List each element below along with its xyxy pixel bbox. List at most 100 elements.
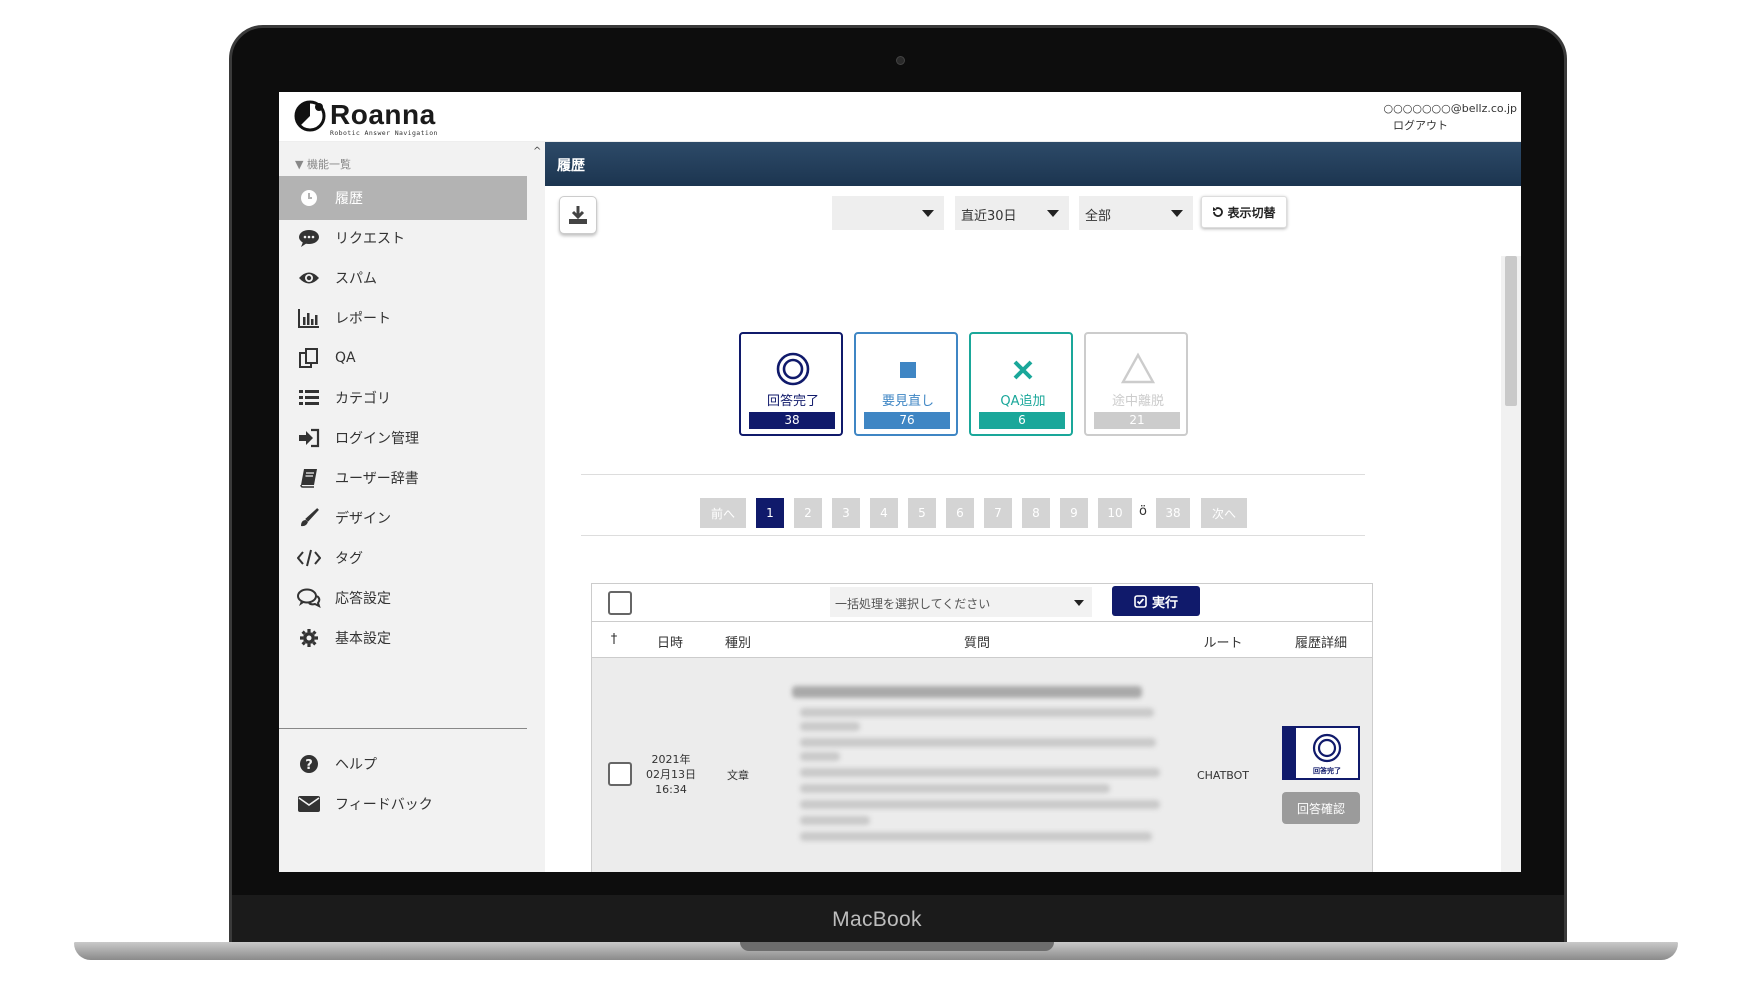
page-button[interactable]: 6	[946, 498, 974, 528]
toggle-label: 表示切替	[1227, 205, 1276, 220]
divider	[581, 474, 1365, 475]
sidebar-item-label: 履歴	[335, 191, 363, 207]
sidebar-item-design[interactable]: デザイン	[279, 496, 527, 540]
sidebar-item-request[interactable]: リクエスト	[279, 216, 527, 260]
list-icon	[295, 387, 323, 409]
sidebar-item-response-settings[interactable]: 応答設定	[279, 576, 527, 620]
sidebar-item-help[interactable]: ? ヘルプ	[279, 742, 527, 786]
sidebar: ^ ▼ 機能一覧 履歴 リクエスト スパム レポート QA カテゴリ ログイン管…	[279, 142, 545, 872]
sidebar-item-spam[interactable]: スパム	[279, 256, 527, 300]
sidebar-item-feedback[interactable]: フィードバック	[279, 782, 527, 826]
logo-text: Roanna	[330, 99, 436, 130]
question-icon: ?	[295, 753, 323, 775]
sidebar-item-login-management[interactable]: ログイン管理	[279, 416, 527, 460]
gear-icon	[295, 627, 323, 649]
sidebar-collapse-icon[interactable]: ^	[533, 146, 541, 157]
select-all-checkbox[interactable]	[608, 591, 632, 615]
column-header-route: ルート	[1203, 636, 1243, 651]
sidebar-item-basic-settings[interactable]: 基本設定	[279, 616, 527, 660]
bar-chart-icon	[295, 307, 323, 329]
page-button[interactable]: 3	[832, 498, 860, 528]
brush-icon	[295, 507, 323, 529]
prev-page-button[interactable]: 前へ	[700, 498, 746, 528]
speech-bubble-icon	[295, 227, 323, 249]
sidebar-item-user-dictionary[interactable]: ユーザー辞書	[279, 456, 527, 500]
row-type: 文章	[727, 769, 749, 782]
sidebar-divider	[279, 728, 527, 729]
page-title: 履歴	[545, 142, 1521, 186]
page-button[interactable]: 2	[794, 498, 822, 528]
sidebar-item-label: ヘルプ	[335, 757, 377, 773]
status-card-qa-added[interactable]: QA追加 6	[969, 332, 1073, 436]
sidebar-item-label: ユーザー辞書	[335, 471, 419, 487]
status-card-answered[interactable]: 回答完了 38	[739, 332, 843, 436]
double-circle-icon	[741, 352, 845, 386]
sidebar-item-report[interactable]: レポート	[279, 296, 527, 340]
run-button[interactable]: 実行	[1112, 586, 1200, 616]
filter-select-period[interactable]: 直近30日	[955, 196, 1069, 230]
sign-in-icon	[295, 427, 323, 449]
column-header-sort[interactable]: †	[606, 632, 622, 647]
sidebar-item-history[interactable]: 履歴	[279, 176, 527, 220]
page-ellipsis: ö	[1139, 504, 1147, 519]
page-button[interactable]: 4	[870, 498, 898, 528]
page-button[interactable]: 10	[1098, 498, 1132, 528]
menu-heading: ▼ 機能一覧	[295, 158, 351, 171]
page-button[interactable]: 7	[984, 498, 1012, 528]
row-checkbox[interactable]	[608, 762, 632, 786]
row-date: 2021年 02月13日 16:34	[640, 752, 702, 797]
sidebar-item-category[interactable]: カテゴリ	[279, 376, 527, 420]
display-toggle-button[interactable]: 表示切替	[1201, 196, 1287, 228]
bulk-action-select[interactable]: 一括処理を選択してください	[830, 587, 1092, 617]
filter-value: 全部	[1085, 209, 1112, 224]
sidebar-item-label: QA	[335, 350, 356, 366]
sidebar-item-label: レポート	[335, 311, 391, 327]
status-card-abandoned[interactable]: 途中離脱 21	[1084, 332, 1188, 436]
page-button-current[interactable]: 1	[756, 498, 784, 528]
book-icon	[295, 467, 323, 489]
status-label: 途中離脱	[1111, 394, 1164, 409]
run-label: 実行	[1151, 595, 1178, 611]
laptop-notch	[740, 942, 1054, 951]
sidebar-item-label: タグ	[335, 551, 363, 567]
bulk-placeholder: 一括処理を選択してください	[835, 597, 991, 611]
page-button[interactable]: 5	[908, 498, 936, 528]
page-button[interactable]: 8	[1022, 498, 1050, 528]
page-button-last[interactable]: 38	[1156, 498, 1190, 528]
status-count: 38	[749, 412, 835, 429]
row-detail-status[interactable]: 回答完了	[1282, 726, 1360, 780]
code-icon	[295, 547, 323, 569]
status-label: 回答完了	[766, 394, 819, 409]
sidebar-item-qa[interactable]: QA	[279, 336, 527, 380]
scrollbar-thumb[interactable]	[1505, 256, 1517, 406]
next-page-button[interactable]: 次へ	[1201, 498, 1247, 528]
app-logo[interactable]: Roanna Robotic Answer Navigation	[294, 99, 464, 137]
row-route: CHATBOT	[1196, 769, 1250, 782]
comments-icon	[295, 587, 323, 609]
download-icon	[569, 206, 587, 224]
status-card-needs-review[interactable]: 要見直し 76	[854, 332, 958, 436]
main-panel: 履歴 直近30日 全部 表示切替 回答完了 38 要見直し 76 QA追加 6 …	[545, 142, 1521, 872]
sidebar-item-tag[interactable]: タグ	[279, 536, 527, 580]
toolbar: 直近30日 全部 表示切替	[545, 186, 1521, 256]
logout-link[interactable]: ログアウト	[1393, 117, 1448, 133]
chevron-down-icon	[1171, 210, 1183, 217]
cross-icon	[971, 352, 1075, 386]
triangle-icon	[1086, 352, 1190, 386]
refresh-icon	[1213, 207, 1224, 217]
divider	[581, 535, 1365, 536]
download-button[interactable]	[559, 196, 597, 234]
answer-confirm-button[interactable]: 回答確認	[1282, 792, 1360, 824]
sidebar-item-label: 基本設定	[335, 631, 391, 647]
logo-subtitle: Robotic Answer Navigation	[330, 129, 438, 137]
row-date-time: 16:34	[655, 783, 687, 796]
status-label: 要見直し	[881, 394, 934, 409]
page-button[interactable]: 9	[1060, 498, 1088, 528]
sidebar-item-label: 応答設定	[335, 591, 391, 607]
table-row: 2021年 02月13日 16:34 文章 CHATBOT 回答完了 回答確認	[592, 658, 1372, 872]
filter-select-status[interactable]: 全部	[1079, 196, 1193, 230]
laptop-mockup: MacBook Roanna Robotic Answer Navigation…	[0, 0, 1754, 990]
laptop-brand: MacBook	[832, 908, 922, 931]
filter-select-1[interactable]	[832, 196, 944, 230]
status-count: 76	[864, 412, 950, 429]
